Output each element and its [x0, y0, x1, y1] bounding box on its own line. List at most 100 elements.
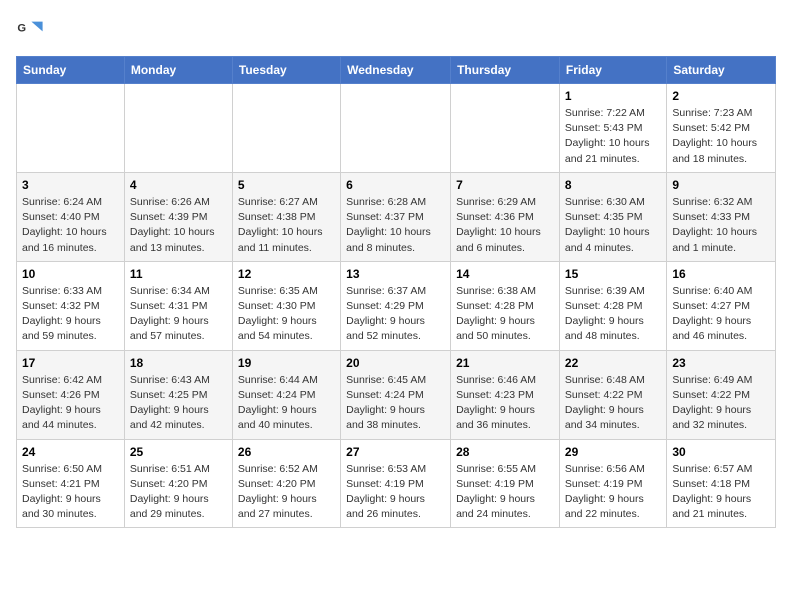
calendar-cell: 27 Sunrise: 6:53 AM Sunset: 4:19 PM Dayli… [341, 439, 451, 528]
header-monday: Monday [124, 57, 232, 84]
calendar-cell [124, 84, 232, 173]
calendar-cell: 15Sunrise: 6:39 AM Sunset: 4:28 PM Dayli… [559, 261, 666, 350]
day-info: Sunrise: 6:32 AM Sunset: 4:33 PM Dayligh… [672, 195, 770, 256]
calendar-cell: 16 Sunrise: 6:40 AM Sunset: 4:27 PM Dayli… [667, 261, 776, 350]
calendar-cell: 25 Sunrise: 6:51 AM Sunset: 4:20 PM Dayli… [124, 439, 232, 528]
day-number: 4 [130, 178, 227, 192]
calendar-cell: 13 Sunrise: 6:37 AM Sunset: 4:29 PM Dayli… [341, 261, 451, 350]
calendar-cell: 6 Sunrise: 6:28 AM Sunset: 4:37 PM Daylig… [341, 172, 451, 261]
day-number: 8 [565, 178, 661, 192]
calendar-cell [232, 84, 340, 173]
calendar-week-row: 17 Sunrise: 6:42 AM Sunset: 4:26 PM Dayli… [17, 350, 776, 439]
day-number: 26 [238, 445, 335, 459]
calendar-table: SundayMondayTuesdayWednesdayThursdayFrid… [16, 56, 776, 528]
day-info: Sunrise: 6:30 AM Sunset: 4:35 PM Dayligh… [565, 195, 661, 256]
day-info: Sunrise: 6:33 AM Sunset: 4:32 PM Dayligh… [22, 284, 119, 345]
calendar-cell: 4 Sunrise: 6:26 AM Sunset: 4:39 PM Daylig… [124, 172, 232, 261]
calendar-cell: 3Sunrise: 6:24 AM Sunset: 4:40 PM Daylig… [17, 172, 125, 261]
calendar-cell: 30Sunrise: 6:57 AM Sunset: 4:18 PM Dayli… [667, 439, 776, 528]
calendar-cell: 23Sunrise: 6:49 AM Sunset: 4:22 PM Dayli… [667, 350, 776, 439]
calendar-cell: 2 Sunrise: 7:23 AM Sunset: 5:42 PM Daylig… [667, 84, 776, 173]
day-info: Sunrise: 6:37 AM Sunset: 4:29 PM Dayligh… [346, 284, 445, 345]
calendar-cell: 26 Sunrise: 6:52 AM Sunset: 4:20 PM Dayli… [232, 439, 340, 528]
day-info: Sunrise: 6:42 AM Sunset: 4:26 PM Dayligh… [22, 373, 119, 434]
page-header: G [16, 16, 776, 44]
day-number: 10 [22, 267, 119, 281]
calendar-cell: 12 Sunrise: 6:35 AM Sunset: 4:30 PM Dayli… [232, 261, 340, 350]
header-saturday: Saturday [667, 57, 776, 84]
day-info: Sunrise: 6:29 AM Sunset: 4:36 PM Dayligh… [456, 195, 554, 256]
calendar-cell: 18 Sunrise: 6:43 AM Sunset: 4:25 PM Dayli… [124, 350, 232, 439]
header-friday: Friday [559, 57, 666, 84]
logo-icon: G [16, 16, 44, 44]
day-number: 29 [565, 445, 661, 459]
day-number: 2 [672, 89, 770, 103]
calendar-cell: 5 Sunrise: 6:27 AM Sunset: 4:38 PM Daylig… [232, 172, 340, 261]
day-info: Sunrise: 6:56 AM Sunset: 4:19 PM Dayligh… [565, 462, 661, 523]
day-number: 17 [22, 356, 119, 370]
calendar-cell: 19 Sunrise: 6:44 AM Sunset: 4:24 PM Dayli… [232, 350, 340, 439]
day-number: 28 [456, 445, 554, 459]
day-info: Sunrise: 6:27 AM Sunset: 4:38 PM Dayligh… [238, 195, 335, 256]
day-number: 16 [672, 267, 770, 281]
day-number: 20 [346, 356, 445, 370]
header-sunday: Sunday [17, 57, 125, 84]
day-number: 3 [22, 178, 119, 192]
header-tuesday: Tuesday [232, 57, 340, 84]
calendar-week-row: 10 Sunrise: 6:33 AM Sunset: 4:32 PM Dayli… [17, 261, 776, 350]
day-number: 14 [456, 267, 554, 281]
day-info: Sunrise: 7:22 AM Sunset: 5:43 PM Dayligh… [565, 106, 661, 167]
day-info: Sunrise: 6:26 AM Sunset: 4:39 PM Dayligh… [130, 195, 227, 256]
day-number: 24 [22, 445, 119, 459]
day-number: 7 [456, 178, 554, 192]
day-number: 6 [346, 178, 445, 192]
calendar-week-row: 1 Sunrise: 7:22 AM Sunset: 5:43 PM Daylig… [17, 84, 776, 173]
day-info: Sunrise: 6:43 AM Sunset: 4:25 PM Dayligh… [130, 373, 227, 434]
day-number: 5 [238, 178, 335, 192]
day-info: Sunrise: 6:50 AM Sunset: 4:21 PM Dayligh… [22, 462, 119, 523]
day-info: Sunrise: 6:34 AM Sunset: 4:31 PM Dayligh… [130, 284, 227, 345]
logo: G [16, 16, 48, 44]
day-info: Sunrise: 6:55 AM Sunset: 4:19 PM Dayligh… [456, 462, 554, 523]
header-thursday: Thursday [451, 57, 560, 84]
day-number: 21 [456, 356, 554, 370]
header-wednesday: Wednesday [341, 57, 451, 84]
day-number: 13 [346, 267, 445, 281]
calendar-cell: 11 Sunrise: 6:34 AM Sunset: 4:31 PM Dayli… [124, 261, 232, 350]
calendar-cell: 8 Sunrise: 6:30 AM Sunset: 4:35 PM Daylig… [559, 172, 666, 261]
day-number: 12 [238, 267, 335, 281]
day-info: Sunrise: 6:51 AM Sunset: 4:20 PM Dayligh… [130, 462, 227, 523]
day-info: Sunrise: 7:23 AM Sunset: 5:42 PM Dayligh… [672, 106, 770, 167]
calendar-cell: 22Sunrise: 6:48 AM Sunset: 4:22 PM Dayli… [559, 350, 666, 439]
day-info: Sunrise: 6:44 AM Sunset: 4:24 PM Dayligh… [238, 373, 335, 434]
calendar-cell: 1 Sunrise: 7:22 AM Sunset: 5:43 PM Daylig… [559, 84, 666, 173]
day-number: 19 [238, 356, 335, 370]
day-info: Sunrise: 6:35 AM Sunset: 4:30 PM Dayligh… [238, 284, 335, 345]
day-info: Sunrise: 6:38 AM Sunset: 4:28 PM Dayligh… [456, 284, 554, 345]
svg-text:G: G [17, 22, 26, 34]
calendar-cell: 20Sunrise: 6:45 AM Sunset: 4:24 PM Dayli… [341, 350, 451, 439]
calendar-cell: 14 Sunrise: 6:38 AM Sunset: 4:28 PM Dayli… [451, 261, 560, 350]
day-number: 23 [672, 356, 770, 370]
day-info: Sunrise: 6:52 AM Sunset: 4:20 PM Dayligh… [238, 462, 335, 523]
calendar-cell: 21Sunrise: 6:46 AM Sunset: 4:23 PM Dayli… [451, 350, 560, 439]
day-info: Sunrise: 6:28 AM Sunset: 4:37 PM Dayligh… [346, 195, 445, 256]
calendar-header-row: SundayMondayTuesdayWednesdayThursdayFrid… [17, 57, 776, 84]
calendar-cell: 10 Sunrise: 6:33 AM Sunset: 4:32 PM Dayli… [17, 261, 125, 350]
calendar-cell: 9 Sunrise: 6:32 AM Sunset: 4:33 PM Daylig… [667, 172, 776, 261]
day-info: Sunrise: 6:53 AM Sunset: 4:19 PM Dayligh… [346, 462, 445, 523]
day-info: Sunrise: 6:48 AM Sunset: 4:22 PM Dayligh… [565, 373, 661, 434]
calendar-cell [341, 84, 451, 173]
day-number: 27 [346, 445, 445, 459]
day-number: 11 [130, 267, 227, 281]
day-number: 9 [672, 178, 770, 192]
day-number: 30 [672, 445, 770, 459]
calendar-cell: 17 Sunrise: 6:42 AM Sunset: 4:26 PM Dayli… [17, 350, 125, 439]
calendar-cell: 7 Sunrise: 6:29 AM Sunset: 4:36 PM Daylig… [451, 172, 560, 261]
day-number: 18 [130, 356, 227, 370]
calendar-cell: 24 Sunrise: 6:50 AM Sunset: 4:21 PM Dayli… [17, 439, 125, 528]
day-info: Sunrise: 6:40 AM Sunset: 4:27 PM Dayligh… [672, 284, 770, 345]
day-number: 1 [565, 89, 661, 103]
calendar-cell: 29 Sunrise: 6:56 AM Sunset: 4:19 PM Dayli… [559, 439, 666, 528]
day-number: 25 [130, 445, 227, 459]
